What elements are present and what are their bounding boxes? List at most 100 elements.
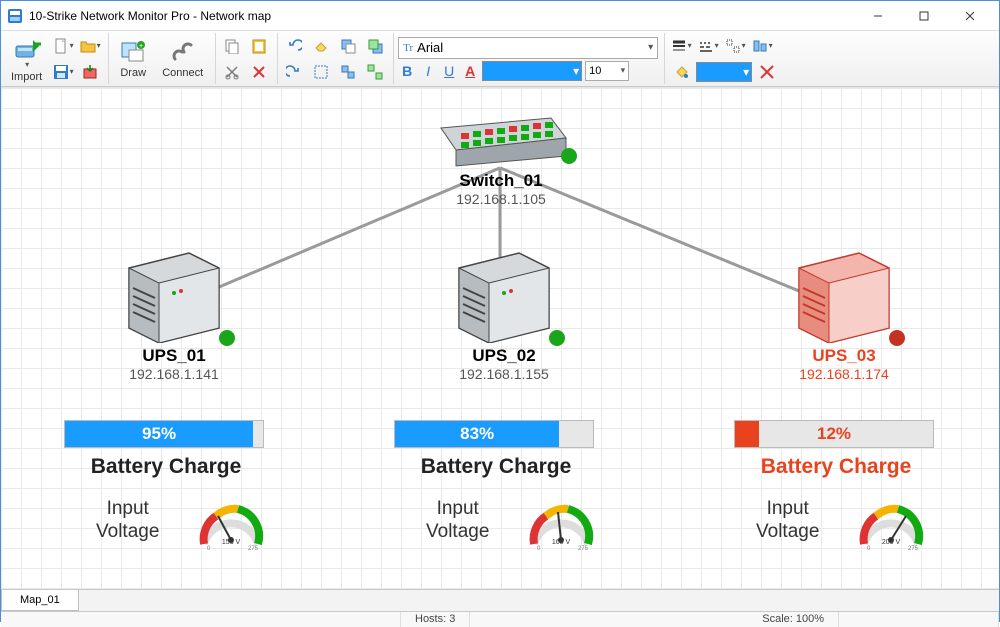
svg-text:205 V: 205 V xyxy=(882,539,901,546)
italic-button[interactable]: I xyxy=(419,63,437,79)
import-devices-button[interactable] xyxy=(78,60,102,84)
font-family-select[interactable]: Tr Arial ▾ xyxy=(398,37,658,59)
battery-pct: 83% xyxy=(460,424,494,444)
svg-text:168 V: 168 V xyxy=(552,539,571,546)
switch-icon xyxy=(431,108,571,168)
voltage-gauge-ups-03: 0 275 205 V xyxy=(856,496,926,552)
server-icon xyxy=(449,248,559,343)
battery-progress-ups-01: 95% xyxy=(64,420,264,448)
font-size-select[interactable]: 10▾ xyxy=(585,61,629,81)
network-map-canvas[interactable]: Switch_01 192.168.1.105 UPS_01 192.168.1… xyxy=(1,88,999,589)
select-all-button[interactable] xyxy=(309,60,333,84)
main-toolbar: ▾ Import ▾ ▾ ▾ + Draw Connect xyxy=(1,31,999,87)
fill-color-picker[interactable]: ▾ xyxy=(696,62,752,82)
status-indicator xyxy=(549,330,565,346)
svg-text:0: 0 xyxy=(537,546,541,552)
device-ip: 192.168.1.174 xyxy=(779,366,909,382)
status-indicator xyxy=(561,148,577,164)
server-icon xyxy=(119,248,229,343)
import-icon xyxy=(13,34,41,60)
input-voltage-label-ups-02: InputVoltage xyxy=(426,498,489,544)
status-empty xyxy=(1,612,401,627)
device-name: UPS_03 xyxy=(779,346,909,366)
save-button[interactable]: ▾ xyxy=(51,60,75,84)
cut-button[interactable] xyxy=(220,60,244,84)
svg-text:0: 0 xyxy=(867,546,871,552)
svg-text:0: 0 xyxy=(207,546,211,552)
draw-button[interactable]: + Draw xyxy=(113,37,153,81)
battery-pct: 95% xyxy=(142,424,176,444)
color-picker[interactable]: ▾ xyxy=(482,61,582,81)
device-ups-03[interactable]: UPS_03 192.168.1.174 xyxy=(779,248,909,382)
delete-button[interactable] xyxy=(247,60,271,84)
open-file-button[interactable]: ▾ xyxy=(78,34,102,58)
draw-label: Draw xyxy=(120,67,146,79)
device-name: UPS_01 xyxy=(109,346,239,366)
snap-button[interactable]: ▾ xyxy=(723,34,747,58)
status-indicator xyxy=(889,330,905,346)
group-button[interactable] xyxy=(336,60,360,84)
svg-text:275: 275 xyxy=(908,546,919,552)
svg-text:153 V: 153 V xyxy=(222,539,241,546)
fill-button[interactable] xyxy=(669,60,693,84)
device-ups-02[interactable]: UPS_02 192.168.1.155 xyxy=(439,248,569,382)
device-switch[interactable]: Switch_01 192.168.1.105 xyxy=(431,108,571,207)
device-name: Switch_01 xyxy=(431,171,571,191)
truetype-icon: Tr xyxy=(403,42,413,54)
bold-button[interactable]: B xyxy=(398,63,416,79)
status-scale: Scale: 100% xyxy=(748,612,839,627)
no-fill-button[interactable] xyxy=(755,60,779,84)
voltage-gauge-ups-01: 0 275 153 V xyxy=(196,496,266,552)
device-ip: 192.168.1.105 xyxy=(431,191,571,207)
status-bar: Hosts: 3 Scale: 100% xyxy=(1,611,999,627)
battery-progress-ups-02: 83% xyxy=(394,420,594,448)
minimize-button[interactable] xyxy=(855,2,901,30)
ungroup-button[interactable] xyxy=(363,60,387,84)
new-file-button[interactable]: ▾ xyxy=(51,34,75,58)
redo-button[interactable] xyxy=(282,60,306,84)
svg-text:275: 275 xyxy=(248,546,259,552)
font-size-value: 10 xyxy=(589,65,601,77)
close-button[interactable] xyxy=(947,2,993,30)
chevron-down-icon: ▾ xyxy=(648,42,653,53)
canvas-area[interactable]: Switch_01 192.168.1.105 UPS_01 192.168.1… xyxy=(1,87,999,589)
svg-text:+: + xyxy=(139,43,143,50)
font-color-button[interactable]: A xyxy=(461,63,479,79)
font-name-value: Arial xyxy=(417,40,443,55)
device-ups-01[interactable]: UPS_01 192.168.1.141 xyxy=(109,248,239,382)
status-trailing xyxy=(839,612,999,627)
input-voltage-label-ups-03: InputVoltage xyxy=(756,498,819,544)
connect-label: Connect xyxy=(162,67,203,79)
device-name: UPS_02 xyxy=(439,346,569,366)
paste-button[interactable] xyxy=(247,34,271,58)
import-button[interactable]: ▾ Import xyxy=(5,32,48,85)
maximize-button[interactable] xyxy=(901,2,947,30)
input-voltage-label-ups-01: InputVoltage xyxy=(96,498,159,544)
status-indicator xyxy=(219,330,235,346)
line-dash-button[interactable]: ▾ xyxy=(696,34,720,58)
tab-map-01[interactable]: Map_01 xyxy=(1,590,79,611)
server-icon xyxy=(789,248,899,343)
copy-button[interactable] xyxy=(220,34,244,58)
import-label: Import xyxy=(11,71,42,83)
battery-caption-ups-02: Battery Charge xyxy=(386,455,606,479)
undo-button[interactable] xyxy=(282,34,306,58)
battery-pct: 12% xyxy=(817,424,851,444)
status-hosts: Hosts: 3 xyxy=(401,612,470,627)
draw-icon: + xyxy=(119,39,147,65)
title-bar: 10-Strike Network Monitor Pro - Network … xyxy=(1,1,999,31)
underline-button[interactable]: U xyxy=(440,63,458,79)
app-icon xyxy=(7,8,23,24)
send-back-button[interactable] xyxy=(363,34,387,58)
connect-icon xyxy=(169,39,197,65)
battery-caption-ups-01: Battery Charge xyxy=(56,455,276,479)
line-style-button[interactable]: ▾ xyxy=(669,34,693,58)
battery-progress-ups-03: 12% xyxy=(734,420,934,448)
align-button[interactable]: ▾ xyxy=(750,34,774,58)
device-ip: 192.168.1.141 xyxy=(109,366,239,382)
clear-button[interactable] xyxy=(309,34,333,58)
window-title: 10-Strike Network Monitor Pro - Network … xyxy=(29,9,855,23)
connect-button[interactable]: Connect xyxy=(156,37,209,81)
bring-front-button[interactable] xyxy=(336,34,360,58)
device-ip: 192.168.1.155 xyxy=(439,366,569,382)
